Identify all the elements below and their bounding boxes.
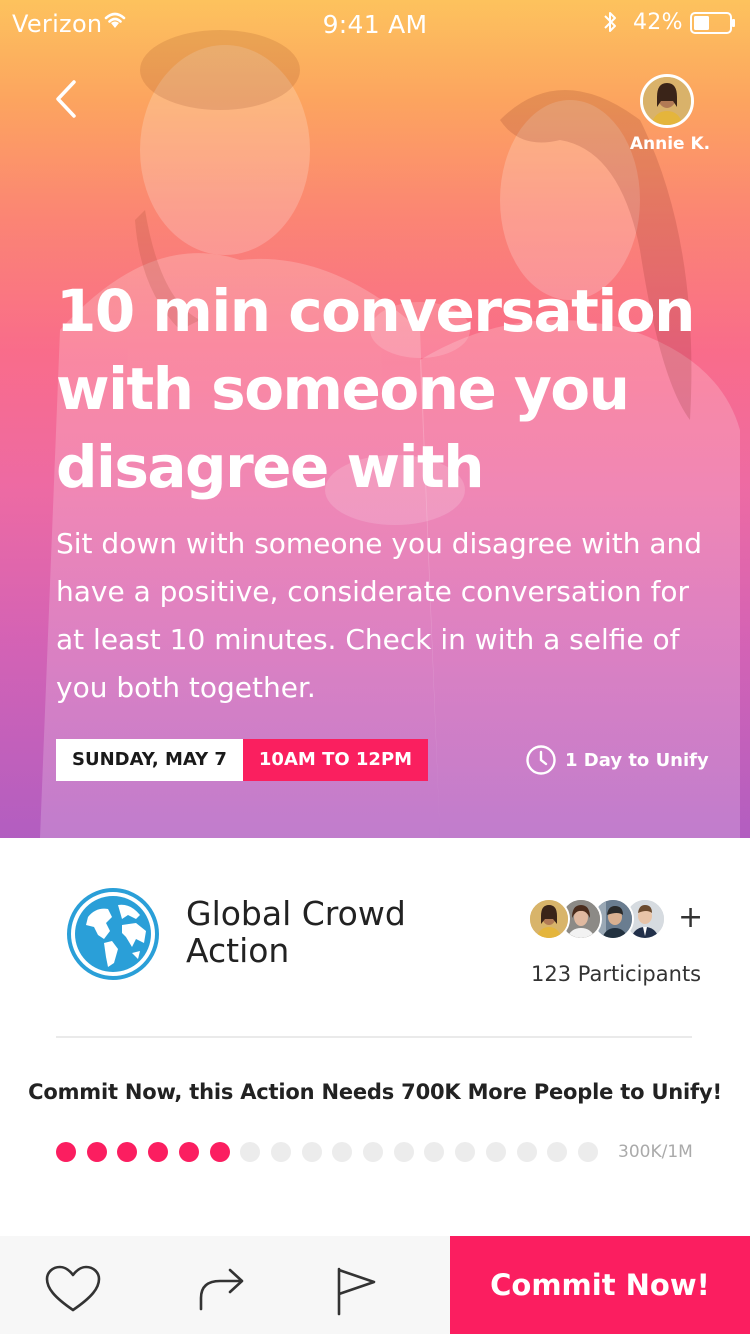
report-button[interactable] <box>312 1236 402 1334</box>
back-button[interactable] <box>50 78 86 120</box>
progress-dot-empty <box>455 1142 476 1162</box>
divider <box>56 1036 692 1038</box>
author-name: Annie K. <box>629 134 711 154</box>
progress-dot-filled <box>56 1142 76 1162</box>
avatar-photo <box>643 77 691 125</box>
more-participants[interactable]: + <box>678 900 703 936</box>
action-title: 10 min conversation with someone you dis… <box>56 277 695 501</box>
progress-dot-filled <box>178 1142 199 1162</box>
countdown: 1 Day to Unify <box>525 743 709 777</box>
globe-icon[interactable] <box>66 887 160 981</box>
avatar <box>528 898 570 940</box>
battery-percent: 42% <box>633 10 683 35</box>
progress-dot-empty <box>516 1142 537 1162</box>
progress-dot-filled <box>86 1142 107 1162</box>
progress-dot-empty <box>577 1142 598 1162</box>
event-time: 10AM TO 12PM <box>242 739 429 781</box>
progress-dot-empty <box>424 1142 445 1162</box>
progress-dot-filled <box>148 1142 169 1162</box>
progress-dot-empty <box>270 1142 291 1162</box>
clock-icon <box>526 745 556 775</box>
bluetooth-icon <box>604 12 616 32</box>
avatar[interactable] <box>640 74 694 128</box>
organizer-name[interactable]: Global Crowd Action <box>186 895 486 969</box>
progress-dot-empty <box>393 1142 414 1162</box>
progress-dot-filled <box>117 1142 138 1162</box>
author-profile[interactable]: Annie K. <box>620 72 730 162</box>
battery-icon <box>690 12 735 34</box>
participants[interactable]: + 123 Participants <box>528 898 728 998</box>
hero-banner: Verizon 9:41 AM 42% Annie K. 10 min conv… <box>0 0 750 838</box>
progress-dot-empty <box>547 1142 568 1162</box>
progress-dot-empty <box>332 1142 353 1162</box>
progress-dot-filled <box>209 1142 230 1162</box>
action-description: Sit down with someone you disagree with … <box>56 527 703 704</box>
like-button[interactable] <box>28 1236 118 1334</box>
commit-message: Commit Now, this Action Needs 700K More … <box>28 1080 722 1104</box>
progress-label: 300K/1M <box>618 1142 693 1162</box>
share-button[interactable] <box>176 1236 266 1334</box>
schedule-chip: SUNDAY, MAY 7 10AM TO 12PM <box>56 739 429 781</box>
progress-dot-empty <box>240 1142 261 1162</box>
commit-now-button[interactable]: Commit Now! <box>450 1236 750 1334</box>
progress-dot-empty <box>301 1142 322 1162</box>
heart-icon <box>45 1265 101 1312</box>
event-date: SUNDAY, MAY 7 <box>56 739 243 781</box>
progress-dot-empty <box>485 1142 506 1162</box>
progress-dot-empty <box>363 1142 383 1162</box>
countdown-label: 1 Day to Unify <box>565 749 709 771</box>
participant-count: 123 Participants <box>531 962 702 986</box>
status-bar: Verizon 9:41 AM 42% <box>0 0 750 48</box>
share-arrow-icon <box>199 1268 244 1311</box>
avatar-photo <box>530 900 568 938</box>
chevron-left-icon <box>56 80 76 118</box>
flag-icon <box>337 1267 376 1316</box>
